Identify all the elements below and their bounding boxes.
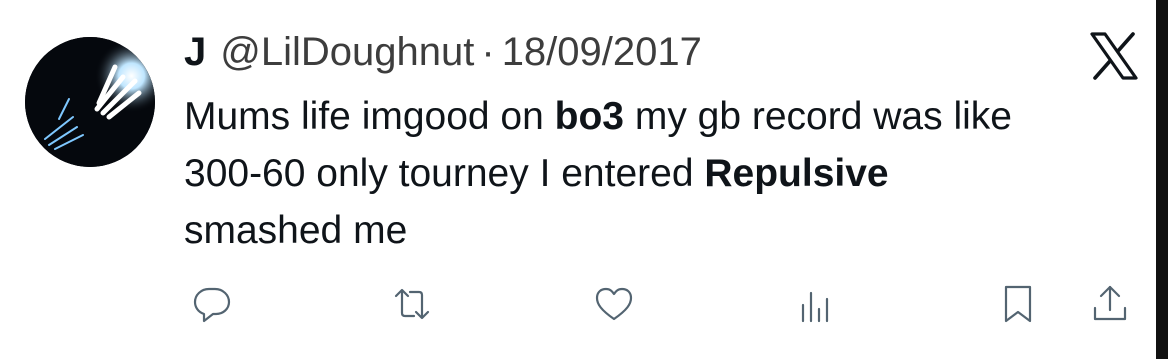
reply-icon — [193, 287, 231, 323]
views-icon — [801, 291, 829, 323]
tweet-text-line-2: 300-60 only tourney I entered Repulsive — [184, 145, 1144, 202]
tweet-text-segment: 300-60 only tourney I entered — [184, 152, 705, 195]
share-icon — [1093, 285, 1127, 321]
share-button[interactable] — [1084, 278, 1136, 330]
bookmark-icon — [1004, 285, 1032, 323]
bookmark-button[interactable] — [992, 278, 1044, 330]
like-icon — [595, 287, 633, 321]
tweet-text-segment: Mums life imgood on — [184, 95, 555, 138]
retweet-icon — [394, 288, 430, 320]
retweet-button[interactable] — [386, 278, 438, 330]
like-button[interactable] — [588, 278, 640, 330]
user-handle[interactable]: @LilDoughnut — [220, 30, 474, 75]
tweet-text-bold: bo3 — [554, 95, 624, 138]
tweet-text-bold: Repulsive — [704, 152, 889, 195]
tweet-text-line-1: Mums life imgood on bo3 my gb record was… — [184, 88, 1144, 145]
reply-button[interactable] — [186, 278, 238, 330]
avatar[interactable] — [25, 37, 155, 167]
glowing-hands-avatar-image — [25, 37, 155, 167]
views-button[interactable] — [790, 278, 842, 330]
display-name[interactable]: J — [184, 30, 206, 75]
x-logo-icon[interactable] — [1089, 32, 1139, 80]
tweet-text-segment: my gb record was like — [624, 95, 1012, 138]
tweet-text-line-3: smashed me — [184, 209, 408, 252]
tweet-header: J @LilDoughnut · 18/09/2017 — [184, 30, 702, 78]
tweet-actions — [0, 278, 1168, 338]
tweet-text: Mums life imgood on bo3 my gb record was… — [184, 88, 1144, 259]
tweet-date[interactable]: 18/09/2017 — [502, 30, 702, 75]
header-separator: · — [481, 30, 495, 74]
